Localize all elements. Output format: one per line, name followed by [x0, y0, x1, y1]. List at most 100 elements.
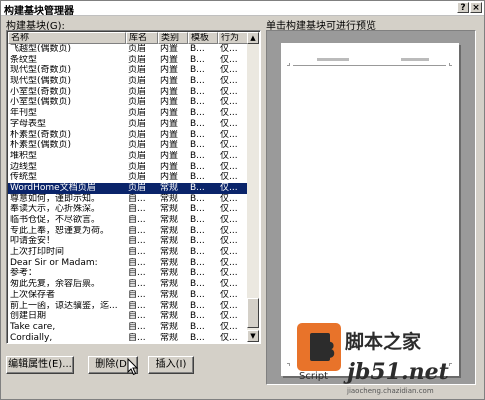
list-row[interactable]: 匆此先复，余容后禀。 自... 常规 B... 仅... [8, 279, 248, 290]
cell-behavior: 仅... [220, 150, 238, 161]
insert-button[interactable]: 插入(I) [148, 356, 194, 374]
cell-gallery: 页眉 [128, 44, 147, 54]
cell-name: 奉读大示，心折殊深。 [10, 204, 101, 215]
help-button[interactable]: ? [457, 2, 469, 13]
list-row[interactable]: Dear Sir or Madam: 自... 常规 B... 仅... [8, 258, 248, 269]
cell-template: B... [190, 332, 205, 343]
list-row[interactable]: 尊意如何，谨即示知。 自... 常规 B... 仅... [8, 194, 248, 205]
list-row[interactable]: 奉读大示，心折殊深。 自... 常规 B... 仅... [8, 204, 248, 215]
column-header-name[interactable]: 名称 [8, 32, 126, 44]
cell-name: 创建日期 [10, 311, 47, 322]
cell-name: 条纹型 [10, 54, 38, 65]
cell-template: B... [190, 182, 205, 193]
cell-gallery: 页眉 [128, 54, 147, 65]
cell-template: B... [190, 65, 205, 76]
list-row[interactable]: 堆积型 页眉 内置 B... 仅... [8, 151, 248, 162]
list-row[interactable]: 飞越型(偶数页) 页眉 内置 B... 仅... [8, 44, 248, 55]
cell-gallery: 页眉 [128, 97, 147, 108]
cell-category: 常规 [160, 182, 179, 193]
list-row[interactable]: 边线型 页眉 内置 B... 仅... [8, 162, 248, 173]
list-row[interactable]: 朴素型(偶数页) 页眉 内置 B... 仅... [8, 140, 248, 151]
cell-category: 内置 [160, 108, 179, 119]
list-row[interactable]: LH自...常规B...仅... [8, 343, 248, 344]
cell-category: 内置 [160, 129, 179, 140]
cell-behavior: 仅... [220, 236, 238, 247]
list-row[interactable]: 传统型 页眉 内置 B... 仅... [8, 172, 248, 183]
list-row[interactable]: 小室型(奇数页) 页眉 内置 B... 仅... [8, 87, 248, 98]
cell-template: B... [190, 54, 205, 65]
cell-behavior: 仅... [220, 300, 238, 311]
cell-category: 常规 [160, 279, 179, 290]
list-scrollbar[interactable]: ▲ ▼ [247, 32, 259, 342]
list-rows: 飞越型(偶数页) 页眉 内置 B... 仅... 条纹型 页眉 内置 B... 仅... 现代型(奇… [8, 44, 248, 344]
list-row[interactable]: 临书仓促，不尽欲言。 自... 常规 B... 仅... [8, 215, 248, 226]
list-row[interactable]: 年刊型 页眉 内置 B... 仅... [8, 108, 248, 119]
cell-template: B... [190, 268, 205, 279]
cell-behavior: 仅... [220, 225, 238, 236]
list-row[interactable]: 朴素型(奇数页) 页眉 内置 B... 仅... [8, 130, 248, 141]
corner-mark-icon [287, 363, 290, 366]
cell-behavior: 仅... [218, 343, 248, 344]
column-header-gallery[interactable]: 库名 [126, 32, 158, 44]
cell-behavior: 仅... [220, 118, 238, 129]
list-row[interactable]: 参考： 自... 常规 B... 仅... [8, 268, 248, 279]
svg-text:jb51.net: jb51.net [343, 359, 449, 385]
cell-category: 常规 [160, 321, 179, 332]
svg-text:Script: Script [299, 371, 328, 382]
mouse-pointer-icon [127, 358, 139, 376]
list-row[interactable]: 小室型(偶数页) 页眉 内置 B... 仅... [8, 97, 248, 108]
cell-category: 内置 [160, 76, 179, 87]
scroll-up-button[interactable]: ▲ [247, 32, 259, 44]
column-header-behavior[interactable]: 行为 [218, 32, 248, 44]
list-row[interactable]: 叩请金安！ 自... 常规 B... 仅... [8, 236, 248, 247]
cell-category: 内置 [160, 54, 179, 65]
cell-name: 传统型 [10, 172, 38, 183]
scroll-down-button[interactable]: ▼ [247, 330, 259, 342]
list-row[interactable]: 创建日期 自... 常规 B... 仅... [8, 311, 248, 322]
cell-behavior: 仅... [220, 54, 238, 65]
cell-category: 常规 [160, 332, 179, 343]
list-row[interactable]: 上次保存者 自... 常规 B... 仅... [8, 290, 248, 301]
cell-gallery: 页眉 [128, 172, 147, 183]
building-blocks-list[interactable]: 名称 库名 类别 模板 行为 飞越型(偶数页) 页眉 内置 B... 仅... 条纹型 页眉… [6, 30, 261, 344]
cell-gallery: 页眉 [128, 86, 147, 97]
cell-category: 内置 [160, 97, 179, 108]
cell-category: 内置 [160, 86, 179, 97]
preview-header-text-left [317, 58, 349, 61]
list-row[interactable]: 前上一函，谅达骥鉴，迄... 自... 常规 B... 仅... [8, 301, 248, 312]
corner-mark-icon [449, 63, 452, 66]
list-row[interactable]: 现代型(偶数页) 页眉 内置 B... 仅... [8, 76, 248, 87]
cell-template: B... [190, 215, 205, 225]
cell-gallery: 自... [128, 300, 146, 311]
column-header-template[interactable]: 模板 [188, 32, 218, 44]
column-header-category[interactable]: 类别 [158, 32, 188, 44]
cell-gallery: 自... [128, 204, 146, 215]
list-row[interactable]: 现代型(奇数页) 页眉 内置 B... 仅... [8, 65, 248, 76]
cell-behavior: 仅... [220, 204, 238, 215]
cell-gallery: 自... [128, 236, 146, 247]
list-row[interactable]: 字母表型 页眉 内置 B... 仅... [8, 119, 248, 130]
cell-gallery: 自... [126, 343, 158, 344]
svg-text:jiaocheng.chazidian.com: jiaocheng.chazidian.com [346, 387, 434, 395]
cell-category: 内置 [160, 161, 179, 172]
cell-behavior: 仅... [220, 332, 238, 343]
cell-template: B... [188, 343, 218, 344]
list-row[interactable]: 专此上奉，恕谨复为荷。 自... 常规 B... 仅... [8, 226, 248, 237]
cell-behavior: 仅... [220, 257, 238, 268]
list-row[interactable]: Take care, 自... 常规 B... 仅... [8, 322, 248, 333]
list-row[interactable]: 条纹型 页眉 内置 B... 仅... [8, 55, 248, 66]
cell-gallery: 自... [128, 225, 146, 236]
cell-template: B... [190, 300, 205, 311]
list-row-selected[interactable]: WordHome文档页眉 页眉 常规 B... 仅... [8, 182, 248, 194]
building-blocks-organizer-window: 构建基块管理器 ? × 构建基块(G): 单击构建基块可进行预览 名称 库名 类… [0, 0, 485, 400]
cell-category: 常规 [160, 247, 179, 258]
cell-name: Cordially, [10, 332, 53, 343]
edit-properties-button[interactable]: 编辑属性(E)... [6, 356, 74, 374]
list-row[interactable]: 上次打印时间 自... 常规 B... 仅... [8, 247, 248, 258]
cell-template: B... [190, 225, 205, 236]
cell-category: 常规 [160, 204, 179, 215]
list-row[interactable]: Cordially, 自... 常规 B... 仅... [8, 332, 248, 343]
close-button[interactable]: × [470, 2, 482, 13]
cell-name: 小室型(奇数页) [10, 86, 72, 97]
scroll-thumb[interactable] [247, 298, 259, 328]
